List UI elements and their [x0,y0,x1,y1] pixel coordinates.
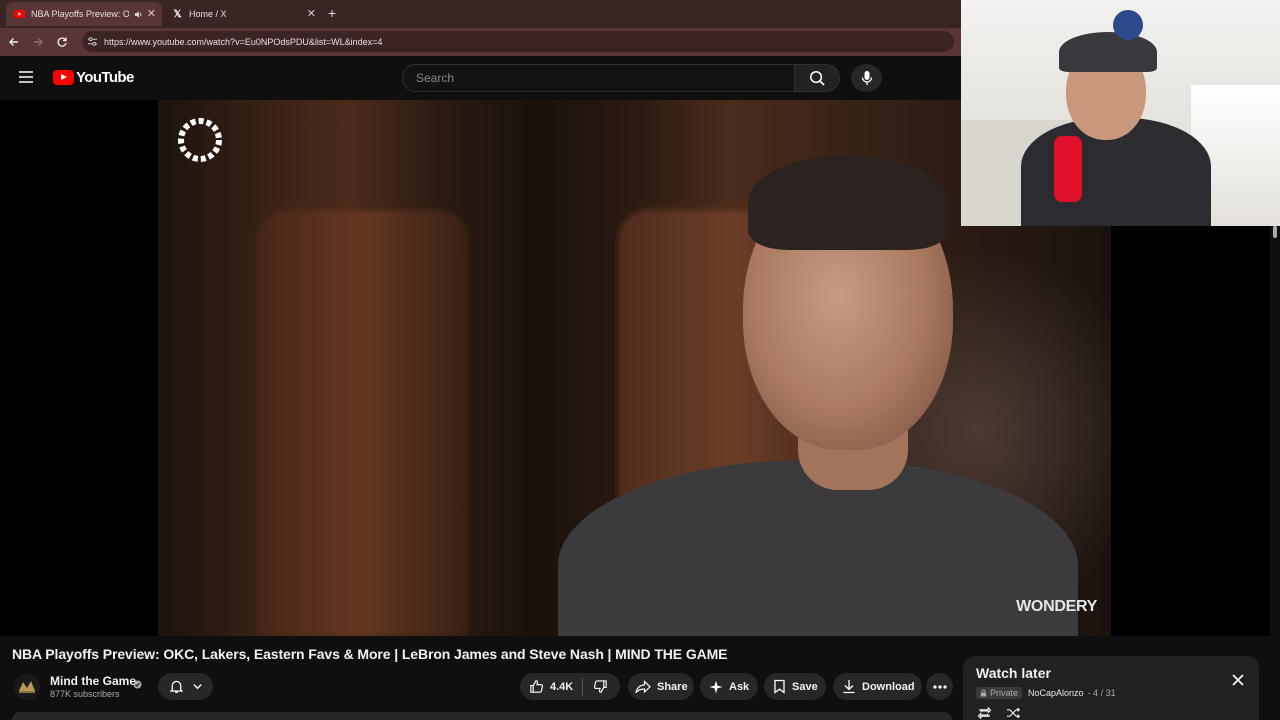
like-dislike-group: 4.4K [520,673,620,700]
microphone-icon [861,71,872,85]
youtube-logo-text: YouTube [76,69,134,86]
download-label: Download [862,680,915,693]
forward-arrow-icon[interactable] [30,34,46,50]
lock-icon [980,689,987,697]
address-bar[interactable]: https://www.youtube.com/watch?v=Eu0NPOds… [82,31,954,52]
speaker-hair [748,155,948,250]
webcam-red-microphone [1054,136,1082,202]
shuffle-icon[interactable] [1006,706,1021,720]
voice-search-button[interactable] [851,64,882,92]
thumbs-down-icon [594,680,607,693]
search-box[interactable] [402,64,795,92]
like-count: 4.4K [550,680,574,693]
reload-icon[interactable] [54,34,70,50]
webcam-person-cap [1059,32,1157,72]
tab-x[interactable]: 𝕏 Home / X ✕ [164,2,322,26]
description-box[interactable] [12,712,952,720]
privacy-badge: Private [976,687,1023,699]
video-title: NBA Playoffs Preview: OKC, Lakers, Easte… [12,646,728,662]
new-tab-button[interactable]: + [328,5,336,21]
divider [582,677,584,696]
playlist-position: - 4 / 31 [1087,688,1116,698]
channel-logo-icon [19,681,35,693]
channel-avatar[interactable] [14,674,40,700]
notification-bell-button[interactable] [158,673,213,700]
menu-icon[interactable] [18,70,34,84]
thumbs-up-icon [530,680,544,693]
channel-name[interactable]: Mind the Game [50,674,136,688]
save-label: Save [792,680,818,693]
youtube-favicon-icon [14,9,25,20]
page-scrollbar[interactable] [1270,226,1280,720]
dislike-button[interactable] [593,679,608,694]
close-icon[interactable] [1231,673,1245,687]
verified-badge-icon [133,676,142,694]
save-button[interactable]: Save [764,673,826,700]
more-actions-button[interactable] [926,673,953,700]
privacy-label: Private [990,688,1019,698]
x-logo-icon: 𝕏 [173,8,182,20]
ask-label: Ask [729,680,750,693]
tab-close-icon[interactable]: ✕ [307,7,316,21]
speaker-icon[interactable] [134,10,143,19]
tab-title: NBA Playoffs Preview: OKC [31,9,129,19]
youtube-logo[interactable]: YouTube [53,69,134,86]
scrollbar-thumb[interactable] [1273,226,1277,238]
playlist-panel: Watch later Private NoCapAlonzo - 4 / 31 [963,656,1259,720]
playlist-controls [977,706,1021,720]
search-icon [809,70,825,86]
playlist-title[interactable]: Watch later [976,665,1051,681]
download-button[interactable]: Download [833,673,922,700]
wondery-watermark: WONDERY [1016,598,1097,615]
bell-icon [169,680,183,693]
youtube-play-logo-icon [53,70,74,85]
share-button[interactable]: Share [628,673,694,700]
loop-icon[interactable] [977,706,992,720]
uninterrupted-watermark-logo-icon [178,118,222,162]
site-settings-icon[interactable] [87,36,98,47]
bookmark-icon [774,679,785,694]
ask-button[interactable]: Ask [700,673,758,700]
search-button[interactable] [795,64,840,92]
youtube-header: YouTube [0,56,961,100]
url-text: https://www.youtube.com/watch?v=Eu0NPOds… [104,36,383,47]
webcam-overlay [961,0,1280,226]
like-button[interactable]: 4.4K [520,679,573,694]
share-icon [635,679,651,693]
sparkle-icon [709,680,723,693]
tab-youtube[interactable]: NBA Playoffs Preview: OKC ✕ [6,2,162,26]
background-shelf [258,210,468,636]
back-arrow-icon[interactable] [6,34,22,50]
playlist-owner[interactable]: NoCapAlonzo [1028,688,1084,698]
chevron-down-icon [192,684,202,690]
webcam-wall-hat [1113,10,1143,40]
tab-close-icon[interactable]: ✕ [147,7,156,21]
share-label: Share [657,680,688,693]
subscriber-count: 877K subscribers [50,689,120,699]
tab-title: Home / X [189,9,227,19]
download-icon [843,680,855,694]
search-input[interactable] [414,70,778,86]
more-horizontal-icon [932,684,947,689]
browser-toolbar: https://www.youtube.com/watch?v=Eu0NPOds… [0,28,961,56]
browser-tab-bar: NBA Playoffs Preview: OKC ✕ 𝕏 Home / X ✕… [0,0,961,28]
playlist-meta: Private NoCapAlonzo - 4 / 31 [976,687,1116,699]
